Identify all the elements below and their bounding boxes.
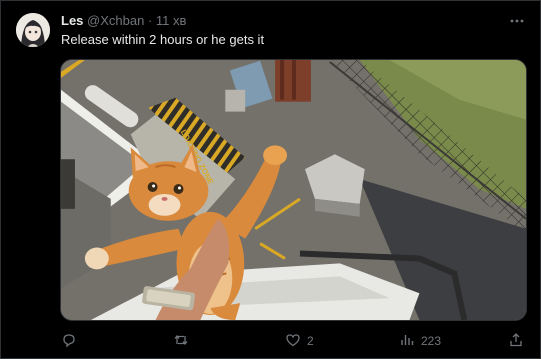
- like-count: 2: [307, 334, 314, 348]
- tweet-text: Release within 2 hours or he gets it: [61, 32, 265, 47]
- like-button[interactable]: 2: [285, 331, 314, 351]
- views-button[interactable]: 223: [399, 331, 441, 351]
- author-name[interactable]: Les: [61, 13, 83, 28]
- more-icon[interactable]: [508, 13, 526, 29]
- views-count: 223: [421, 334, 442, 348]
- reply-icon: [61, 332, 77, 351]
- tweet[interactable]: Les @Xchban · 11 хв Release within 2 hou…: [0, 0, 541, 359]
- separator-dot: ·: [147, 13, 153, 28]
- timestamp[interactable]: 11 хв: [156, 13, 187, 28]
- share-button[interactable]: [508, 331, 524, 351]
- tweet-media[interactable]: LOADING ZONE: [60, 59, 527, 321]
- retweet-icon: [173, 332, 189, 351]
- avatar-image: [16, 13, 50, 47]
- author-handle[interactable]: @Xchban: [87, 13, 144, 28]
- share-icon: [508, 332, 524, 351]
- avatar[interactable]: [16, 13, 50, 47]
- heart-icon: [285, 332, 301, 351]
- reply-button[interactable]: [61, 331, 83, 351]
- bar-chart-icon: [399, 332, 415, 351]
- retweet-button[interactable]: [173, 331, 195, 351]
- tweet-header: Les @Xchban · 11 хв: [61, 13, 186, 29]
- tweet-actions: 2 223: [61, 331, 526, 351]
- media-image: LOADING ZONE: [61, 60, 526, 320]
